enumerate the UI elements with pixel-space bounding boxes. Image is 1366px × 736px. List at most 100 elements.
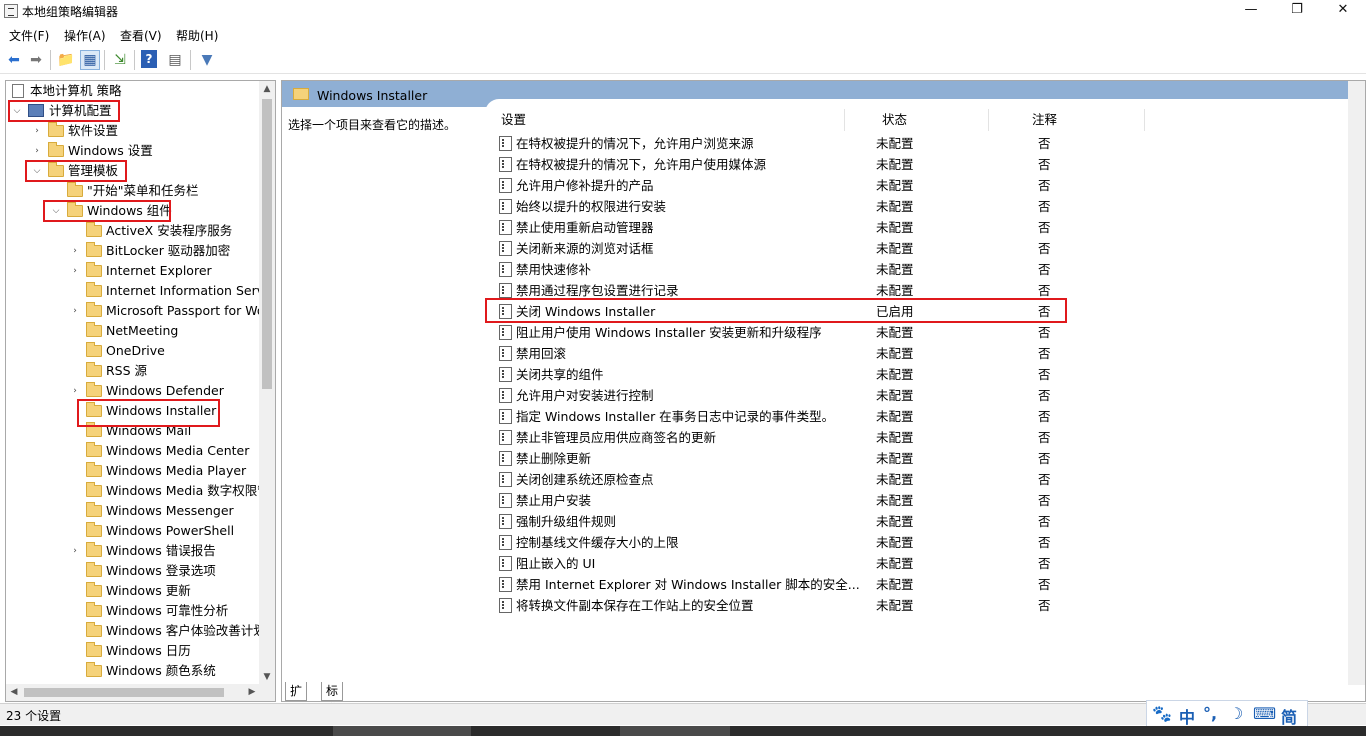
- tree-item-label: Internet Information Servic: [106, 283, 275, 298]
- column-divider[interactable]: [844, 109, 845, 131]
- policy-setting-icon: [499, 493, 512, 508]
- help-icon[interactable]: ?: [141, 50, 157, 68]
- scroll-thumb[interactable]: [24, 688, 224, 697]
- setting-row[interactable]: 指定 Windows Installer 在事务日志中记录的事件类型。 未配置 否: [497, 406, 1347, 427]
- tree-vertical-scrollbar[interactable]: ▲ ▼: [259, 81, 275, 685]
- menu-action[interactable]: 操作(A): [64, 27, 106, 44]
- setting-row[interactable]: 禁止删除更新 未配置 否: [497, 448, 1347, 469]
- setting-row[interactable]: 禁用 Internet Explorer 对 Windows Installer…: [497, 574, 1347, 595]
- tree-item[interactable]: Windows PowerShell: [6, 521, 266, 541]
- menu-file[interactable]: 文件(F): [9, 27, 49, 44]
- tree-item[interactable]: Windows 登录选项: [6, 561, 266, 581]
- column-divider[interactable]: [1144, 109, 1145, 131]
- tree-item[interactable]: OneDrive: [6, 341, 266, 361]
- scroll-down-icon[interactable]: ▼: [259, 669, 275, 685]
- column-header-state[interactable]: 状态: [882, 108, 907, 132]
- close-button[interactable]: ✕: [1320, 0, 1366, 22]
- show-hide-tree-icon[interactable]: ▦: [80, 50, 100, 70]
- tree-item-software-settings[interactable]: › 软件设置: [6, 121, 266, 141]
- tree-item-label: Windows PowerShell: [106, 523, 235, 538]
- chevron-right-icon[interactable]: ›: [31, 121, 43, 141]
- tab-standard[interactable]: 标准: [321, 682, 344, 716]
- tree-item[interactable]: Windows Media 数字权限管: [6, 481, 270, 501]
- setting-row[interactable]: 禁止用户安装 未配置 否: [497, 490, 1347, 511]
- setting-row[interactable]: 阻止嵌入的 UI 未配置 否: [497, 553, 1347, 574]
- setting-row[interactable]: 强制升级组件规则 未配置 否: [497, 511, 1347, 532]
- tree-item[interactable]: › Internet Explorer: [6, 261, 266, 281]
- ime-mode-chinese[interactable]: 中: [1179, 704, 1195, 728]
- details-vertical-scrollbar[interactable]: [1348, 81, 1365, 685]
- tree-item-start-menu[interactable]: "开始"菜单和任务栏: [6, 181, 266, 201]
- setting-row[interactable]: 允许用户对安装进行控制 未配置 否: [497, 385, 1347, 406]
- setting-row[interactable]: 将转换文件副本保存在工作站上的安全位置 未配置 否: [497, 595, 1347, 616]
- tree-item[interactable]: › Windows Defender: [6, 381, 266, 401]
- setting-row[interactable]: 关闭新来源的浏览对话框 未配置 否: [497, 238, 1347, 259]
- ime-keyboard-icon[interactable]: ⌨: [1253, 704, 1276, 723]
- menu-view[interactable]: 查看(V): [120, 27, 162, 44]
- setting-row[interactable]: 禁止非管理员应用供应商签名的更新 未配置 否: [497, 427, 1347, 448]
- ime-punctuation-icon[interactable]: °,: [1203, 704, 1217, 723]
- tree-pane[interactable]: 本地计算机 策略 ⌵ 计算机配置 › 软件设置 › Windows 设置 ⌵ 管…: [5, 80, 276, 702]
- filter-icon[interactable]: ▼: [197, 50, 217, 70]
- setting-row[interactable]: 允许用户修补提升的产品 未配置 否: [497, 175, 1347, 196]
- tree-item[interactable]: Windows 客户体验改善计划: [6, 621, 266, 641]
- tree-item[interactable]: Windows 可靠性分析: [6, 601, 266, 621]
- setting-row[interactable]: 关闭共享的组件 未配置 否: [497, 364, 1347, 385]
- minimize-button[interactable]: —: [1228, 0, 1274, 22]
- chevron-right-icon[interactable]: ›: [69, 261, 81, 281]
- setting-row[interactable]: 在特权被提升的情况下，允许用户浏览来源 未配置 否: [497, 133, 1347, 154]
- tree-item-root[interactable]: 本地计算机 策略: [6, 81, 266, 101]
- tree-horizontal-scrollbar[interactable]: ◀ ▶: [6, 684, 275, 701]
- column-header-comment[interactable]: 注释: [1032, 108, 1057, 132]
- chevron-right-icon[interactable]: ›: [69, 381, 81, 401]
- up-folder-icon[interactable]: 📁: [56, 50, 76, 70]
- chevron-right-icon[interactable]: ›: [69, 541, 81, 561]
- tree-item[interactable]: Windows Messenger: [6, 501, 266, 521]
- setting-row[interactable]: 禁止使用重新启动管理器 未配置 否: [497, 217, 1347, 238]
- setting-row[interactable]: 在特权被提升的情况下，允许用户使用媒体源 未配置 否: [497, 154, 1347, 175]
- tree-item[interactable]: RSS 源: [6, 361, 266, 381]
- setting-row[interactable]: 控制基线文件缓存大小的上限 未配置 否: [497, 532, 1347, 553]
- ime-simplified-toggle[interactable]: 简: [1281, 704, 1297, 728]
- setting-row[interactable]: 始终以提升的权限进行安装 未配置 否: [497, 196, 1347, 217]
- setting-row[interactable]: 关闭创建系统还原检查点 未配置 否: [497, 469, 1347, 490]
- folder-icon: [86, 622, 102, 637]
- tree-item[interactable]: Internet Information Servic: [6, 281, 274, 301]
- setting-row[interactable]: 禁用回滚 未配置 否: [497, 343, 1347, 364]
- ime-moon-icon[interactable]: ☽: [1229, 704, 1243, 723]
- chevron-right-icon[interactable]: ›: [69, 301, 81, 321]
- column-header-setting[interactable]: 设置: [501, 108, 526, 132]
- tree-item[interactable]: ActiveX 安装程序服务: [6, 221, 266, 241]
- tree-item[interactable]: › BitLocker 驱动器加密: [6, 241, 266, 261]
- tree-item[interactable]: NetMeeting: [6, 321, 266, 341]
- chevron-right-icon[interactable]: ›: [31, 141, 43, 161]
- ime-toolbar[interactable]: 🐾 中 °, ☽ ⌨ 简: [1146, 700, 1308, 727]
- tab-extended[interactable]: 扩展: [285, 682, 308, 716]
- setting-row[interactable]: 阻止用户使用 Windows Installer 安装更新和升级程序 未配置 否: [497, 322, 1347, 343]
- scroll-left-icon[interactable]: ◀: [6, 684, 22, 701]
- tree-item-windows-settings[interactable]: › Windows 设置: [6, 141, 266, 161]
- tree-item[interactable]: Windows Media Center: [6, 441, 266, 461]
- tree-item[interactable]: Windows 更新: [6, 581, 266, 601]
- scroll-up-icon[interactable]: ▲: [259, 81, 275, 97]
- scroll-right-icon[interactable]: ▶: [244, 684, 260, 701]
- tree-item[interactable]: Windows 日历: [6, 641, 266, 661]
- maximize-button[interactable]: ❐: [1274, 0, 1320, 22]
- taskbar-button[interactable]: [333, 726, 471, 736]
- back-arrow-icon[interactable]: ⬅: [4, 50, 24, 70]
- menu-help[interactable]: 帮助(H): [176, 27, 218, 44]
- column-divider[interactable]: [988, 109, 989, 131]
- setting-name: 阻止嵌入的 UI: [516, 556, 596, 571]
- scroll-thumb[interactable]: [262, 99, 272, 389]
- ime-logo-icon[interactable]: 🐾: [1152, 704, 1172, 723]
- tree-item[interactable]: Windows 颜色系统: [6, 661, 266, 681]
- setting-row[interactable]: 禁用快速修补 未配置 否: [497, 259, 1347, 280]
- taskbar-button[interactable]: [620, 726, 730, 736]
- export-list-icon[interactable]: ⇲: [110, 50, 130, 70]
- chevron-right-icon[interactable]: ›: [69, 241, 81, 261]
- tree-item[interactable]: › Windows 错误报告: [6, 541, 266, 561]
- properties-icon[interactable]: ▤: [165, 50, 185, 70]
- tree-item[interactable]: › Microsoft Passport for Wo: [6, 301, 266, 321]
- forward-arrow-icon[interactable]: ➡: [26, 50, 46, 70]
- tree-item[interactable]: Windows Media Player: [6, 461, 266, 481]
